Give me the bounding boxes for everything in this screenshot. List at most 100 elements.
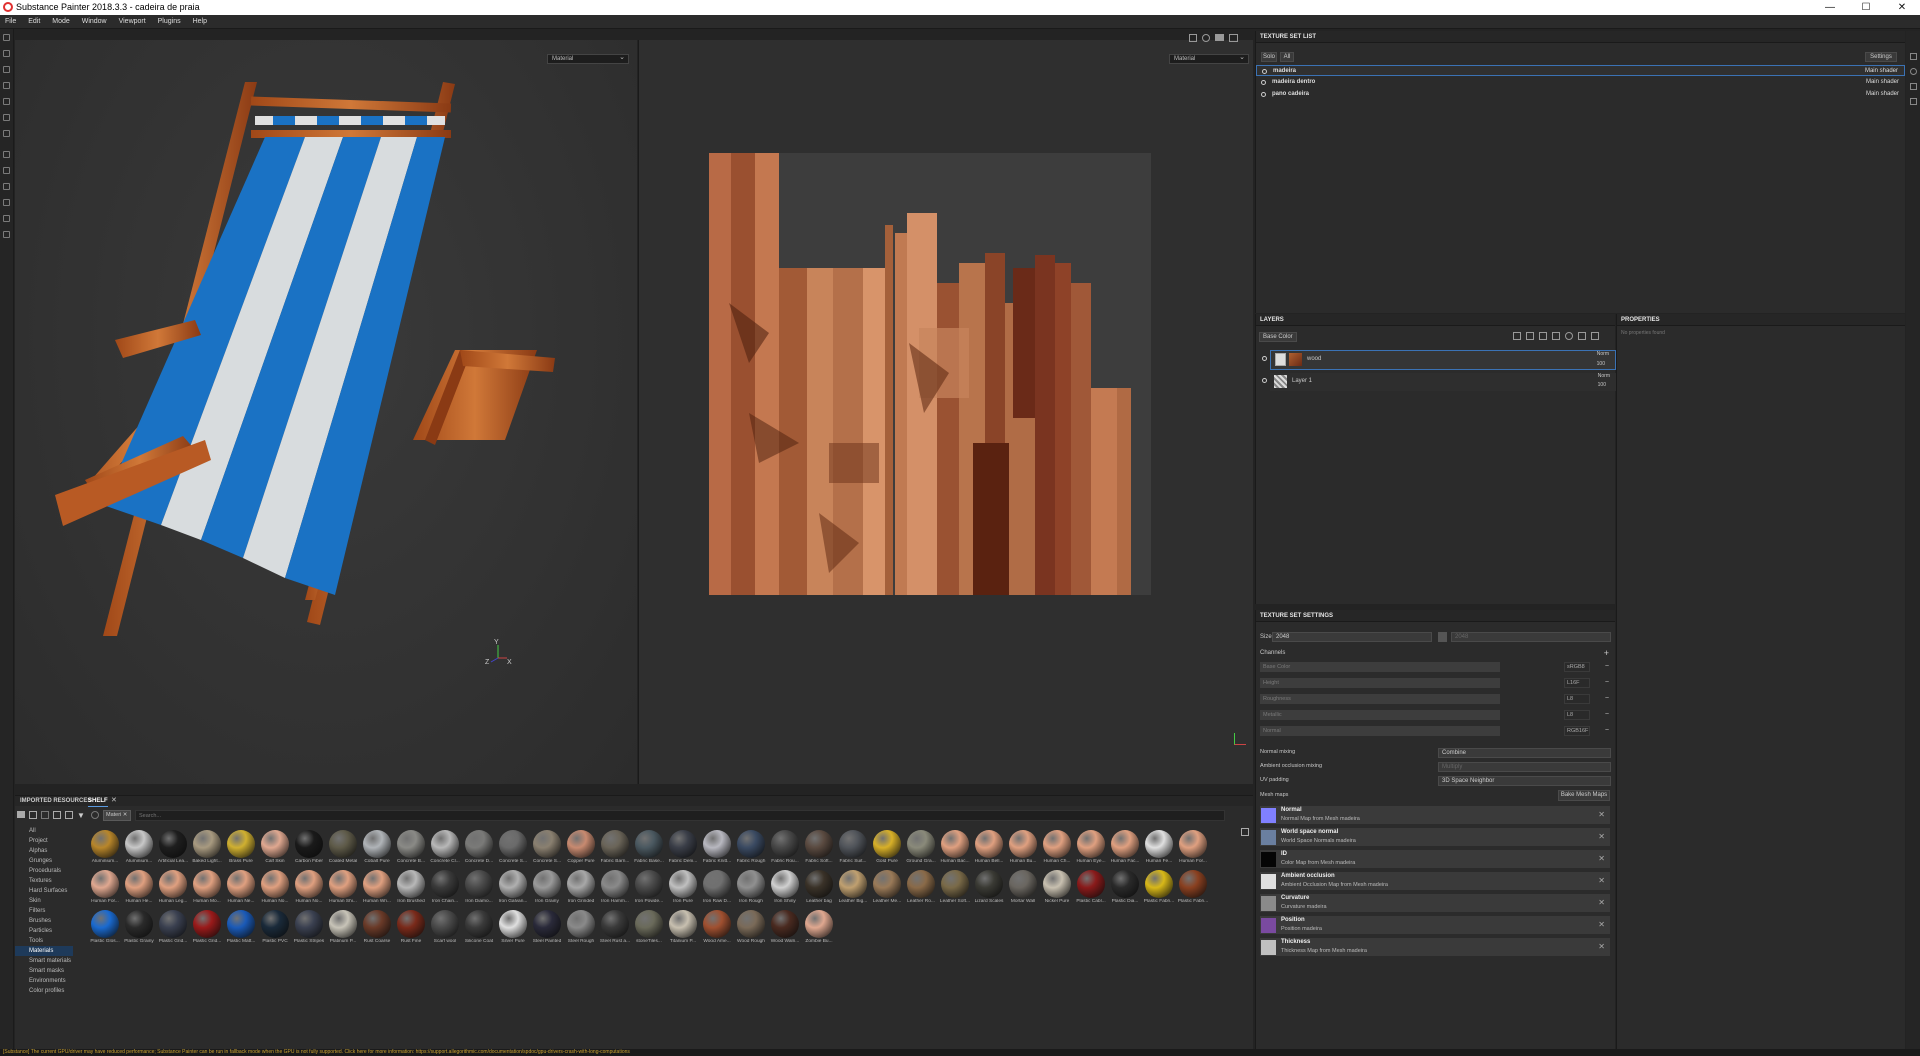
material-thumbnail[interactable]: Artificial Lea... bbox=[157, 828, 191, 864]
material-thumbnail[interactable]: Concrete S... bbox=[497, 828, 531, 864]
mesh-map-item[interactable]: Position Position madeira ✕ bbox=[1260, 916, 1610, 935]
material-thumbnail[interactable]: Scarf wool bbox=[429, 908, 463, 944]
material-thumbnail[interactable]: Concrete B... bbox=[395, 828, 429, 864]
material-thumbnail[interactable]: Ground Gra... bbox=[905, 828, 939, 864]
material-thumbnail[interactable]: Plastic Matt... bbox=[225, 908, 259, 944]
add-channel-icon[interactable]: + bbox=[1604, 648, 1609, 658]
remove-mesh-map-icon[interactable]: ✕ bbox=[1598, 920, 1605, 929]
material-thumbnail[interactable]: Plastic Fabri... bbox=[1177, 868, 1211, 904]
material-thumbnail[interactable]: Cobalt Pure bbox=[361, 828, 395, 864]
material-thumbnail[interactable]: Human Bu... bbox=[1007, 828, 1041, 864]
material-thumbnail[interactable]: Plastic PVC bbox=[259, 908, 293, 944]
hide-icon[interactable] bbox=[53, 811, 61, 819]
material-thumbnail[interactable]: Gold Pure bbox=[871, 828, 905, 864]
channel-field[interactable]: Height bbox=[1260, 678, 1500, 688]
import-icon[interactable] bbox=[29, 811, 37, 819]
mesh-map-item[interactable]: Thickness Thickness Map from Mesh madeira… bbox=[1260, 938, 1610, 957]
remove-channel-icon[interactable]: − bbox=[1605, 663, 1609, 670]
shelf-category-item[interactable]: Materials bbox=[15, 946, 73, 956]
delete-layer-icon[interactable] bbox=[1591, 332, 1599, 340]
maximize-button[interactable]: ☐ bbox=[1848, 0, 1884, 15]
material-thumbnail[interactable]: Fabric Knitt... bbox=[701, 828, 735, 864]
material-thumbnail[interactable]: Titanium P... bbox=[667, 908, 701, 944]
material-thumbnail[interactable]: Fabric Barn... bbox=[599, 828, 633, 864]
filter-icon[interactable]: ▼ bbox=[77, 811, 85, 820]
dock-icon[interactable] bbox=[1909, 53, 1917, 60]
remove-mesh-map-icon[interactable]: ✕ bbox=[1598, 898, 1605, 907]
shelf-category-item[interactable]: Color profiles bbox=[15, 986, 73, 996]
clone-icon[interactable] bbox=[3, 114, 10, 121]
material-thumbnail[interactable]: Concrete Cl... bbox=[429, 828, 463, 864]
menu-window[interactable]: Window bbox=[77, 15, 112, 29]
filter-chip[interactable]: Materi ✕ bbox=[103, 810, 131, 821]
material-thumbnail[interactable]: Human For... bbox=[1177, 828, 1211, 864]
shader-dropdown[interactable]: Main shader bbox=[1865, 66, 1898, 77]
shelf-category-item[interactable]: Environments bbox=[15, 976, 73, 986]
material-thumbnail[interactable]: Zombie Bu... bbox=[803, 908, 837, 944]
add-fill-layer-icon[interactable] bbox=[1539, 332, 1547, 340]
dock-icon[interactable] bbox=[1909, 98, 1917, 105]
material-thumbnail[interactable]: Leather bag bbox=[803, 868, 837, 904]
channel-format-dropdown[interactable]: sRGB8 bbox=[1564, 662, 1590, 672]
material-thumbnail[interactable]: Iron Diamo... bbox=[463, 868, 497, 904]
screenshot-icon[interactable] bbox=[1229, 34, 1238, 42]
grid-view-icon[interactable] bbox=[1241, 828, 1249, 836]
shelf-category-item[interactable]: Skin bbox=[15, 896, 73, 906]
remove-mesh-map-icon[interactable]: ✕ bbox=[1598, 942, 1605, 951]
bake-mesh-maps-button[interactable]: Bake Mesh Maps bbox=[1558, 790, 1610, 801]
material-picker-icon[interactable] bbox=[3, 151, 10, 158]
material-thumbnail[interactable]: Aluminium... bbox=[89, 828, 123, 864]
remove-mesh-map-icon[interactable]: ✕ bbox=[1598, 810, 1605, 819]
add-folder-icon[interactable] bbox=[1578, 332, 1586, 340]
material-thumbnail[interactable]: Silver Pure bbox=[497, 908, 531, 944]
close-window-button[interactable]: ✕ bbox=[1884, 0, 1920, 15]
layer-opacity[interactable]: 100 bbox=[1598, 382, 1606, 388]
color-picker-icon[interactable] bbox=[3, 130, 10, 137]
material-thumbnail[interactable]: Plastic Grid... bbox=[191, 908, 225, 944]
channel-field[interactable]: Roughness bbox=[1260, 694, 1500, 704]
material-thumbnail[interactable]: Human He... bbox=[123, 868, 157, 904]
normal-mixing-dropdown[interactable]: Combine bbox=[1438, 748, 1611, 758]
material-thumbnail[interactable]: Wood Rough bbox=[735, 908, 769, 944]
remove-channel-icon[interactable]: − bbox=[1605, 679, 1609, 686]
material-thumbnail[interactable]: Rust Fine bbox=[395, 908, 429, 944]
channel-field[interactable]: Metallic bbox=[1260, 710, 1500, 720]
material-thumbnail[interactable]: Human Shi... bbox=[327, 868, 361, 904]
material-thumbnail[interactable]: Human Fac... bbox=[1109, 828, 1143, 864]
settings-icon[interactable] bbox=[3, 231, 10, 238]
material-thumbnail[interactable]: Human Bac... bbox=[939, 828, 973, 864]
layer-visibility-icon[interactable] bbox=[1262, 356, 1267, 361]
menu-help[interactable]: Help bbox=[188, 15, 212, 29]
export-shelf-icon[interactable] bbox=[65, 811, 73, 819]
material-thumbnail[interactable]: Plastic Stripes bbox=[293, 908, 327, 944]
material-thumbnail[interactable]: Fabric Suit... bbox=[837, 828, 871, 864]
material-thumbnail[interactable]: Human Wri... bbox=[361, 868, 395, 904]
channel-field[interactable]: Normal bbox=[1260, 726, 1500, 736]
material-thumbnail[interactable]: Fabric Base... bbox=[633, 828, 667, 864]
material-thumbnail[interactable]: Platinum P... bbox=[327, 908, 361, 944]
eraser-icon[interactable] bbox=[3, 50, 10, 57]
environment-icon[interactable] bbox=[1202, 34, 1210, 42]
layer-row[interactable]: wood Norm 100 bbox=[1270, 350, 1616, 370]
shelf-category-item[interactable]: Smart materials bbox=[15, 956, 73, 966]
folder-icon[interactable] bbox=[17, 811, 25, 818]
remove-channel-icon[interactable]: − bbox=[1605, 695, 1609, 702]
material-thumbnail[interactable]: Human Fe... bbox=[1143, 828, 1177, 864]
material-thumbnail[interactable]: Wood Ame... bbox=[701, 908, 735, 944]
shelf-category-item[interactable]: Hard Surfaces bbox=[15, 886, 73, 896]
material-thumbnail[interactable]: Plastic Dia... bbox=[1109, 868, 1143, 904]
lock-icon[interactable] bbox=[1438, 632, 1447, 642]
material-thumbnail[interactable]: Baked Light... bbox=[191, 828, 225, 864]
material-thumbnail[interactable]: Coated Metal bbox=[327, 828, 361, 864]
size-dropdown[interactable]: 2048 bbox=[1272, 632, 1432, 642]
material-thumbnail[interactable]: Steel Rust a... bbox=[599, 908, 633, 944]
blend-mode-dropdown[interactable]: Norm bbox=[1598, 373, 1610, 379]
material-thumbnail[interactable]: Fabric Soft... bbox=[803, 828, 837, 864]
mesh-map-item[interactable]: ID Color Map from Mesh madeira ✕ bbox=[1260, 850, 1610, 869]
all-button[interactable]: All bbox=[1280, 52, 1294, 62]
material-thumbnail[interactable]: Human Ne... bbox=[225, 868, 259, 904]
layer-visibility-icon[interactable] bbox=[1262, 378, 1267, 383]
size-dropdown-2[interactable]: 2048 bbox=[1451, 632, 1611, 642]
material-thumbnail[interactable]: Human No... bbox=[259, 868, 293, 904]
smudge-icon[interactable] bbox=[3, 98, 10, 105]
